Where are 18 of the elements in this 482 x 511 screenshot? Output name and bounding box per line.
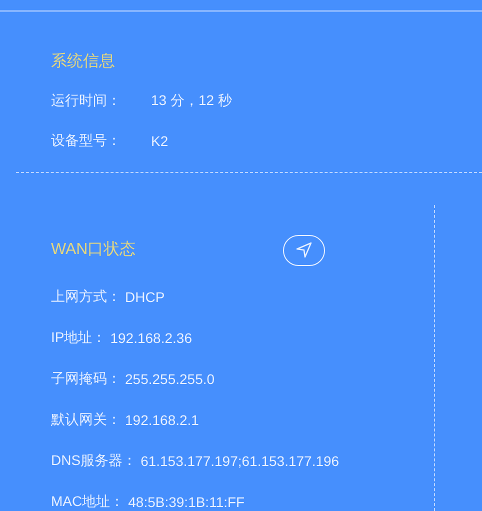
- field-label: 默认网关：: [51, 410, 121, 428]
- field-value: 13 分，12 秒: [151, 92, 232, 110]
- field-value: 255.255.255.0: [125, 370, 215, 386]
- field-label: 运行时间：: [51, 92, 122, 110]
- section-title: WAN口状态: [51, 240, 136, 260]
- field-label: 设备型号：: [51, 132, 122, 150]
- field-label: 子网掩码：: [51, 370, 121, 388]
- field-value: 61.153.177.197;61.153.177.196: [140, 452, 340, 468]
- field-value: 192.168.2.36: [110, 330, 192, 346]
- section-title: 系统信息: [51, 52, 115, 72]
- field-value: K2: [151, 133, 168, 149]
- field-value: DHCP: [125, 288, 165, 304]
- field-value: 192.168.2.1: [125, 412, 199, 428]
- field-label: IP地址：: [51, 328, 106, 346]
- field-label: DNS服务器：: [51, 452, 137, 470]
- field-value: 48:5B:39:1B:11:FF: [128, 494, 245, 510]
- field-label: 上网方式：: [51, 288, 121, 306]
- field-label: MAC地址：: [51, 492, 124, 510]
